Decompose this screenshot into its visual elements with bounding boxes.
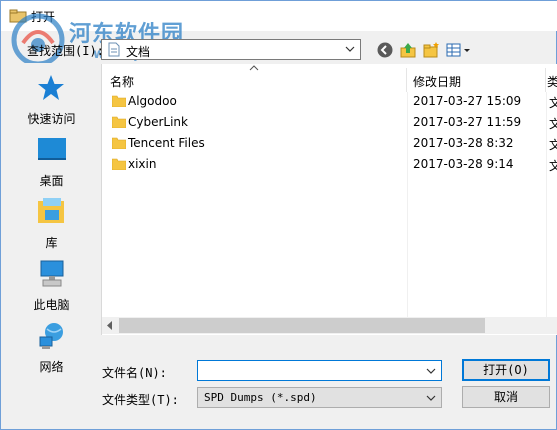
list-item[interactable]: Algodoo 2017-03-27 15:09 文 bbox=[102, 91, 557, 112]
chevron-down-icon bbox=[426, 395, 436, 401]
horizontal-scrollbar[interactable] bbox=[102, 317, 557, 334]
network-icon bbox=[39, 323, 63, 349]
view-menu-icon[interactable] bbox=[445, 41, 473, 59]
up-folder-icon[interactable] bbox=[399, 41, 417, 59]
folder-icon bbox=[112, 158, 126, 170]
scroll-left-icon[interactable] bbox=[106, 321, 114, 330]
folder-icon bbox=[112, 95, 126, 107]
open-button[interactable]: 打开(O) bbox=[462, 359, 550, 381]
places-sidebar: 快速访问 桌面 库 此电脑 网络 bbox=[7, 63, 96, 383]
file-list: 名称 修改日期 类 Algodoo 2017-03-27 15:09 文 Cyb… bbox=[101, 64, 557, 335]
folder-icon bbox=[112, 116, 126, 128]
lookin-dropdown[interactable]: 文档 bbox=[101, 39, 361, 60]
desktop-icon bbox=[38, 138, 66, 160]
computer-icon bbox=[40, 260, 64, 287]
filetype-dropdown[interactable]: SPD Dumps (*.spd) bbox=[197, 387, 442, 408]
scrollbar-thumb[interactable] bbox=[119, 318, 485, 333]
open-dialog: 打开 河东软件园 www.pc0359.cn 查找范围(I): 文档 bbox=[0, 0, 557, 430]
column-divider[interactable] bbox=[545, 68, 546, 92]
place-label: 桌面 bbox=[39, 174, 64, 188]
filename-field[interactable] bbox=[197, 360, 442, 381]
place-desktop[interactable]: 桌面 bbox=[7, 135, 96, 193]
filetype-value: SPD Dumps (*.spd) bbox=[204, 391, 317, 404]
filetype-label: 文件类型(T): bbox=[102, 393, 179, 407]
file-type: 文 bbox=[549, 117, 557, 131]
star-icon bbox=[38, 75, 64, 100]
window-title: 打开 bbox=[31, 10, 56, 24]
file-type: 文 bbox=[549, 159, 557, 173]
file-name: xixin bbox=[128, 157, 157, 171]
sort-ascending-icon bbox=[249, 65, 259, 71]
file-date: 2017-03-27 15:09 bbox=[413, 94, 522, 108]
list-item[interactable]: CyberLink 2017-03-27 11:59 文 bbox=[102, 112, 557, 133]
file-type: 文 bbox=[549, 96, 557, 110]
back-icon[interactable] bbox=[376, 41, 394, 59]
place-label: 库 bbox=[45, 236, 58, 250]
place-label: 此电脑 bbox=[33, 298, 70, 312]
lookin-label: 查找范围(I): bbox=[27, 44, 104, 58]
list-item[interactable]: xixin 2017-03-28 9:14 文 bbox=[102, 154, 557, 175]
place-label: 网络 bbox=[39, 360, 64, 374]
library-icon bbox=[38, 198, 64, 223]
document-folder-icon bbox=[108, 42, 120, 57]
title-bar: 打开 bbox=[1, 1, 557, 31]
cancel-button[interactable]: 取消 bbox=[462, 386, 550, 408]
app-icon bbox=[9, 9, 27, 23]
place-this-pc[interactable]: 此电脑 bbox=[7, 259, 96, 317]
file-name: Tencent Files bbox=[128, 136, 205, 150]
file-name: Algodoo bbox=[128, 94, 177, 108]
place-network[interactable]: 网络 bbox=[7, 321, 96, 379]
place-quick-access[interactable]: 快速访问 bbox=[7, 73, 96, 131]
chevron-down-icon[interactable] bbox=[425, 365, 437, 377]
column-header-date[interactable]: 修改日期 bbox=[413, 73, 461, 90]
new-folder-icon[interactable] bbox=[422, 41, 440, 59]
folder-icon bbox=[112, 137, 126, 149]
place-label: 快速访问 bbox=[27, 112, 76, 126]
file-date: 2017-03-27 11:59 bbox=[413, 115, 522, 129]
chevron-down-icon bbox=[345, 46, 355, 52]
place-library[interactable]: 库 bbox=[7, 197, 96, 255]
list-header: 名称 修改日期 类 bbox=[102, 64, 557, 92]
column-divider[interactable] bbox=[406, 68, 407, 92]
list-item[interactable]: Tencent Files 2017-03-28 8:32 文 bbox=[102, 133, 557, 154]
column-header-name[interactable]: 名称 bbox=[110, 73, 134, 90]
file-date: 2017-03-28 8:32 bbox=[413, 136, 514, 150]
filename-label: 文件名(N): bbox=[102, 366, 167, 380]
lookin-value: 文档 bbox=[126, 45, 151, 59]
file-date: 2017-03-28 9:14 bbox=[413, 157, 514, 171]
column-header-type[interactable]: 类 bbox=[547, 73, 557, 90]
file-type: 文 bbox=[549, 138, 557, 152]
file-name: CyberLink bbox=[128, 115, 188, 129]
